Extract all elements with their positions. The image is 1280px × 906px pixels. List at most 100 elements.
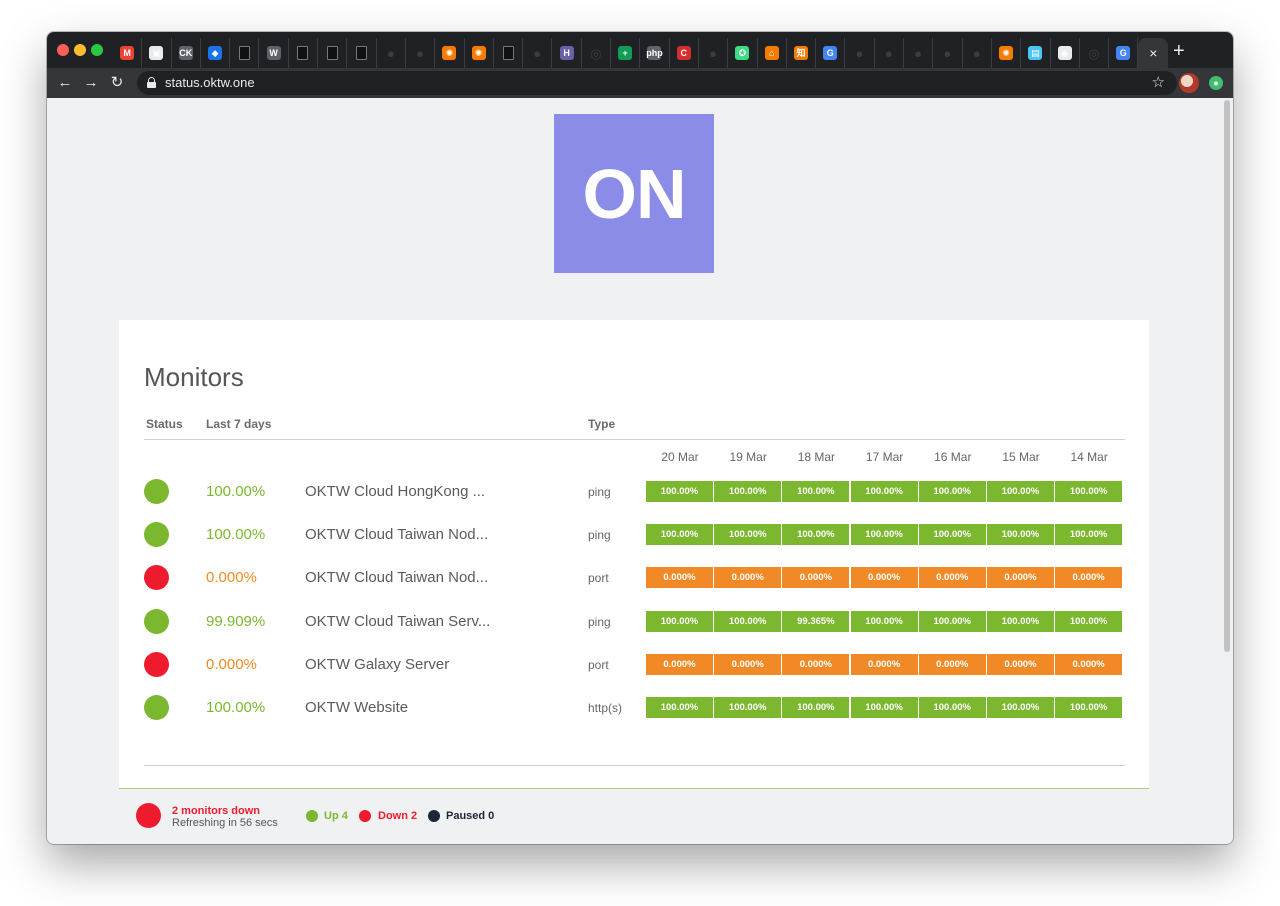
browser-tab[interactable]: 知	[787, 38, 817, 68]
daily-uptime-cell[interactable]: 100.00%	[1055, 697, 1123, 718]
browser-tab[interactable]: ●	[904, 38, 934, 68]
browser-tab[interactable]: G	[816, 38, 846, 68]
daily-uptime-cell[interactable]: 0.000%	[782, 653, 850, 675]
daily-uptime-cell[interactable]: 0.000%	[986, 653, 1054, 675]
daily-uptime-cell[interactable]: 100.00%	[918, 481, 986, 502]
monitor-row[interactable]: 99.909% OKTW Cloud Taiwan Serv... ping 100.…	[119, 600, 1149, 643]
browser-tab[interactable]: ✪	[728, 38, 758, 68]
monitor-name[interactable]: OKTW Galaxy Server	[305, 656, 449, 673]
daily-uptime-cell[interactable]: 100.00%	[850, 524, 918, 546]
daily-uptime-cell[interactable]: 100.00%	[1055, 481, 1123, 502]
browser-tab[interactable]: ✺	[435, 38, 465, 68]
daily-uptime-cell[interactable]: 100.00%	[714, 697, 782, 718]
scrollbar[interactable]	[1224, 100, 1230, 652]
daily-uptime-cell[interactable]: 100.00%	[918, 697, 986, 718]
monitor-name[interactable]: OKTW Cloud Taiwan Serv...	[305, 613, 490, 630]
daily-uptime-cell[interactable]: 0.000%	[714, 567, 782, 589]
daily-uptime-cell[interactable]: 100.00%	[1055, 610, 1123, 632]
daily-uptime-cell[interactable]: 100.00%	[986, 481, 1054, 502]
extension-icon[interactable]: ●	[1209, 76, 1223, 90]
forward-button[interactable]: →	[81, 73, 101, 93]
daily-uptime-cell[interactable]: 100.00%	[714, 481, 782, 502]
daily-uptime-cell[interactable]: 100.00%	[986, 610, 1054, 632]
browser-tab[interactable]: ▤	[1021, 38, 1051, 68]
active-tab-close-button[interactable]: ×	[1138, 38, 1169, 68]
new-tab-button[interactable]: +	[1173, 41, 1185, 61]
browser-tab[interactable]: CK	[172, 38, 201, 68]
browser-tab[interactable]	[230, 38, 260, 68]
daily-uptime-cell[interactable]: 0.000%	[918, 567, 986, 589]
daily-uptime-cell[interactable]: 0.000%	[646, 653, 713, 675]
monitor-row[interactable]: 0.000% OKTW Cloud Taiwan Nod... port 0.000%…	[119, 556, 1149, 599]
browser-tab[interactable]: ●	[875, 38, 905, 68]
daily-uptime-cell[interactable]: 100.00%	[1055, 524, 1123, 546]
browser-tab[interactable]: C	[670, 38, 699, 68]
daily-uptime-cell[interactable]: 100.00%	[986, 524, 1054, 546]
daily-uptime-cell[interactable]: 0.000%	[850, 567, 918, 589]
browser-tab[interactable]	[318, 38, 348, 68]
browser-tab[interactable]: ●	[963, 38, 992, 68]
monitor-name[interactable]: OKTW Cloud HongKong ...	[305, 483, 485, 500]
profile-avatar[interactable]	[1179, 73, 1199, 93]
browser-tab[interactable]: ▣	[142, 38, 172, 68]
monitor-name[interactable]: OKTW Website	[305, 699, 408, 716]
minimize-window-button[interactable]	[74, 44, 86, 56]
address-bar[interactable]: status.oktw.one ☆	[137, 71, 1177, 95]
daily-uptime-cell[interactable]: 100.00%	[850, 481, 918, 502]
daily-uptime-cell[interactable]: 100.00%	[714, 524, 782, 546]
monitor-name[interactable]: OKTW Cloud Taiwan Nod...	[305, 569, 488, 586]
browser-tab[interactable]: ◆	[201, 38, 231, 68]
daily-uptime-cell[interactable]: 0.000%	[646, 567, 713, 589]
daily-uptime-cell[interactable]: 100.00%	[850, 697, 918, 718]
browser-tab[interactable]: M	[113, 38, 143, 68]
browser-tab[interactable]: ●	[845, 38, 875, 68]
daily-uptime-cell[interactable]: 100.00%	[646, 481, 713, 502]
daily-uptime-cell[interactable]: 100.00%	[782, 524, 850, 546]
browser-tab[interactable]: ⌂	[758, 38, 787, 68]
browser-tab[interactable]: ◉	[1051, 38, 1080, 68]
daily-uptime-cell[interactable]: 0.000%	[850, 653, 918, 675]
close-window-button[interactable]	[57, 44, 69, 56]
daily-uptime-cell[interactable]: 100.00%	[918, 524, 986, 546]
daily-uptime-cell[interactable]: 100.00%	[918, 610, 986, 632]
daily-uptime-cell[interactable]: 100.00%	[986, 697, 1054, 718]
daily-uptime-cell[interactable]: 100.00%	[782, 481, 850, 502]
browser-tab[interactable]: W	[259, 38, 289, 68]
daily-uptime-cell[interactable]: 0.000%	[918, 653, 986, 675]
browser-tab[interactable]: ✺	[992, 38, 1022, 68]
monitor-row[interactable]: 0.000% OKTW Galaxy Server port 0.000% 0.000%…	[119, 643, 1149, 686]
browser-tab[interactable]: ●	[699, 38, 729, 68]
bookmark-star-icon[interactable]: ☆	[1152, 73, 1165, 91]
daily-uptime-cell[interactable]: 100.00%	[850, 610, 918, 632]
daily-uptime-cell[interactable]: 99.365%	[782, 610, 850, 632]
browser-tab[interactable]: +	[611, 38, 641, 68]
daily-uptime-cell[interactable]: 0.000%	[714, 653, 782, 675]
daily-uptime-cell[interactable]: 100.00%	[646, 697, 713, 718]
browser-tab[interactable]: ◎	[582, 38, 612, 68]
browser-tab[interactable]: ✺	[465, 38, 494, 68]
daily-uptime-cell[interactable]: 100.00%	[714, 610, 782, 632]
browser-tab[interactable]	[494, 38, 524, 68]
browser-tab[interactable]	[289, 38, 319, 68]
daily-uptime-cell[interactable]: 0.000%	[782, 567, 850, 589]
monitor-row[interactable]: 100.00% OKTW Cloud Taiwan Nod... ping 100.0…	[119, 513, 1149, 556]
daily-uptime-cell[interactable]: 100.00%	[782, 697, 850, 718]
daily-uptime-cell[interactable]: 100.00%	[646, 524, 713, 546]
daily-uptime-cell[interactable]: 0.000%	[986, 567, 1054, 589]
daily-uptime-cell[interactable]: 0.000%	[1055, 567, 1123, 589]
browser-tab[interactable]: ●	[406, 38, 436, 68]
monitor-row[interactable]: 100.00% OKTW Website http(s) 100.00% 100.00%…	[119, 686, 1149, 729]
browser-tab[interactable]: H	[552, 38, 582, 68]
monitor-row[interactable]: 100.00% OKTW Cloud HongKong ... ping 100.00…	[119, 470, 1149, 513]
zoom-window-button[interactable]	[91, 44, 103, 56]
reload-button[interactable]: ↻	[107, 73, 127, 93]
monitor-name[interactable]: OKTW Cloud Taiwan Nod...	[305, 526, 488, 543]
browser-tab[interactable]: ●	[523, 38, 553, 68]
browser-tab[interactable]: ●	[933, 38, 963, 68]
browser-tab[interactable]: ●	[377, 38, 406, 68]
back-button[interactable]: ←	[55, 73, 75, 93]
daily-uptime-cell[interactable]: 0.000%	[1055, 653, 1123, 675]
browser-tab[interactable]: ◎	[1080, 38, 1110, 68]
browser-tab[interactable]: php	[640, 38, 670, 68]
browser-tab[interactable]	[347, 38, 377, 68]
